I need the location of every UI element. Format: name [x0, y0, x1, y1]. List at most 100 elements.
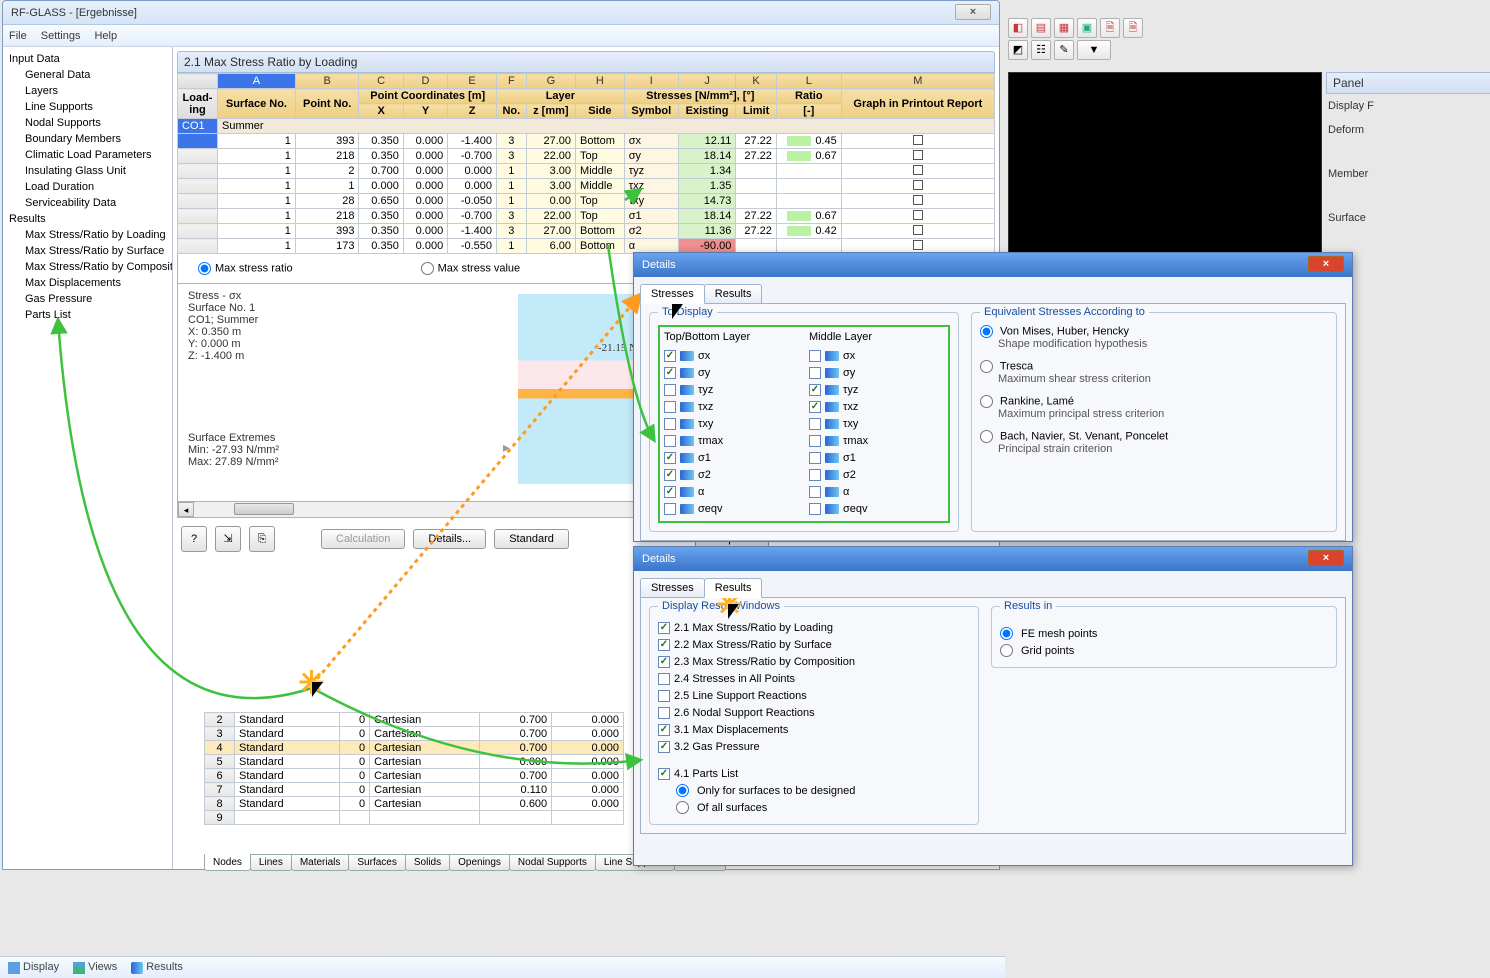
window-title-bar[interactable]: RF-GLASS - [Ergebnisse] ×: [3, 1, 999, 25]
check-parts-list[interactable]: 4.1 Parts List: [658, 765, 970, 782]
stress-check-τxy[interactable]: τxy: [809, 415, 944, 432]
status-results[interactable]: Results: [131, 961, 183, 973]
bottom-tab[interactable]: Nodal Supports: [509, 854, 596, 871]
bottom-tab[interactable]: Openings: [449, 854, 510, 871]
cell-co1[interactable]: CO1: [178, 119, 218, 134]
stress-check-σx[interactable]: σx: [664, 347, 799, 364]
tb-icon-pdf2[interactable]: 🗎: [1123, 18, 1143, 38]
details-button[interactable]: Details...: [413, 529, 486, 549]
stress-check-σ1[interactable]: σ1: [664, 449, 799, 466]
result-window-check[interactable]: 3.1 Max Displacements: [658, 721, 970, 738]
stress-check-α[interactable]: α: [809, 483, 944, 500]
tree-item[interactable]: Max Stress/Ratio by Composition: [3, 259, 172, 275]
tree-item[interactable]: Climatic Load Parameters: [3, 147, 172, 163]
dialog1-tab-stresses[interactable]: Stresses: [640, 284, 705, 304]
radio-grid-points[interactable]: Grid points: [1000, 642, 1328, 659]
tree-item[interactable]: Gas Pressure: [3, 291, 172, 307]
dialog1-tab-results[interactable]: Results: [704, 284, 763, 304]
tree-item[interactable]: General Data: [3, 67, 172, 83]
tb-icon-1[interactable]: ◧: [1008, 18, 1028, 38]
stress-check-σ2[interactable]: σ2: [664, 466, 799, 483]
tb-icon-4[interactable]: ▣: [1077, 18, 1097, 38]
bottom-tab[interactable]: Solids: [405, 854, 450, 871]
result-window-check[interactable]: 2.2 Max Stress/Ratio by Surface: [658, 636, 970, 653]
tree-item[interactable]: Line Supports: [3, 99, 172, 115]
stress-check-τmax[interactable]: τmax: [809, 432, 944, 449]
details-dialog-results[interactable]: Details× Stresses Results Display Result…: [633, 546, 1353, 866]
dialog2-tab-stresses[interactable]: Stresses: [640, 578, 705, 598]
menu-file[interactable]: File: [9, 30, 27, 42]
tb-icon-b[interactable]: ☷: [1031, 40, 1051, 60]
bottom-tab[interactable]: Nodes: [204, 854, 251, 871]
table-row[interactable]: 1218 0.3500.000-0.700 322.00Top σy 18.14…: [178, 149, 995, 164]
table-row[interactable]: 1218 0.3500.000-0.700 322.00Top σ1 18.14…: [178, 209, 995, 224]
tree-item[interactable]: Nodal Supports: [3, 115, 172, 131]
tree-header-input[interactable]: Input Data: [3, 51, 172, 67]
tree-item[interactable]: Serviceability Data: [3, 195, 172, 211]
bottom-tab[interactable]: Surfaces: [348, 854, 405, 871]
table-row[interactable]: 11 0.0000.0000.000 13.00Middle τxz 1.35: [178, 179, 995, 194]
radio-fe-mesh[interactable]: FE mesh points: [1000, 625, 1328, 642]
status-display[interactable]: Display: [8, 961, 59, 973]
stress-check-τmax[interactable]: τmax: [664, 432, 799, 449]
dialog2-tab-results[interactable]: Results: [704, 578, 763, 598]
menu-settings[interactable]: Settings: [41, 30, 81, 42]
eq-stress-radio[interactable]: Von Mises, Huber, HenckyShape modificati…: [980, 325, 1328, 350]
result-window-check[interactable]: 2.5 Line Support Reactions: [658, 687, 970, 704]
attach-icon-button[interactable]: ⎘: [249, 526, 275, 552]
table-row[interactable]: 1393 0.3500.000-1.400 327.00Bottom σ2 11…: [178, 224, 995, 239]
tree-item[interactable]: Max Stress/Ratio by Loading: [3, 227, 172, 243]
stress-check-σeqv[interactable]: σeqv: [664, 500, 799, 517]
stress-check-σx[interactable]: σx: [809, 347, 944, 364]
tree-item[interactable]: Max Displacements: [3, 275, 172, 291]
stress-check-τxz[interactable]: τxz: [809, 398, 944, 415]
bottom-table[interactable]: 2Standard0Cartesian0.7000.000 3Standard0…: [204, 712, 624, 825]
eq-stress-radio[interactable]: TrescaMaximum shear stress criterion: [980, 360, 1328, 385]
radio-only-surfaces[interactable]: Only for surfaces to be designed: [658, 782, 970, 799]
results-table[interactable]: ABCDEFGHIJKLM Load- ing Surface No. Poin…: [177, 73, 995, 254]
stress-check-σ2[interactable]: σ2: [809, 466, 944, 483]
tb-icon-d[interactable]: ▼: [1077, 40, 1111, 60]
tree-item[interactable]: Layers: [3, 83, 172, 99]
radio-all-surfaces[interactable]: Of all surfaces: [658, 799, 970, 816]
stress-check-σy[interactable]: σy: [664, 364, 799, 381]
cell-summer[interactable]: Summer: [218, 119, 995, 134]
result-window-check[interactable]: 2.3 Max Stress/Ratio by Composition: [658, 653, 970, 670]
standard-button[interactable]: Standard: [494, 529, 569, 549]
radio-max-stress-value[interactable]: Max stress value: [421, 262, 521, 275]
status-views[interactable]: Views: [73, 961, 117, 973]
tb-icon-2[interactable]: ▤: [1031, 18, 1051, 38]
table-row[interactable]: 128 0.6500.000-0.050 10.00Top τxy 14.73: [178, 194, 995, 209]
stress-check-α[interactable]: α: [664, 483, 799, 500]
tb-icon-c[interactable]: ✎: [1054, 40, 1074, 60]
result-window-check[interactable]: 2.1 Max Stress/Ratio by Loading: [658, 619, 970, 636]
table-row[interactable]: 2Standard0Cartesian0.7000.000: [205, 713, 624, 727]
stress-check-σeqv[interactable]: σeqv: [809, 500, 944, 517]
table-row[interactable]: 3Standard0Cartesian0.7000.000: [205, 727, 624, 741]
stress-check-τyz[interactable]: τyz: [809, 381, 944, 398]
stress-check-σ1[interactable]: σ1: [809, 449, 944, 466]
scroll-thumb[interactable]: [234, 503, 294, 515]
eq-stress-radio[interactable]: Rankine, LaméMaximum principal stress cr…: [980, 395, 1328, 420]
table-row[interactable]: 9: [205, 811, 624, 825]
tree-item[interactable]: Insulating Glass Unit: [3, 163, 172, 179]
tree-header-results[interactable]: Results: [3, 211, 172, 227]
bottom-tab[interactable]: Lines: [250, 854, 292, 871]
menu-help[interactable]: Help: [94, 30, 117, 42]
details-dialog-stresses[interactable]: Details× Stresses Results To Display Top…: [633, 252, 1353, 542]
scroll-left-button[interactable]: ◂: [178, 502, 194, 517]
stress-check-τxy[interactable]: τxy: [664, 415, 799, 432]
table-row[interactable]: 5Standard0Cartesian0.0000.000: [205, 755, 624, 769]
stress-check-τxz[interactable]: τxz: [664, 398, 799, 415]
tree-item[interactable]: Load Duration: [3, 179, 172, 195]
radio-max-stress-ratio[interactable]: Max stress ratio: [198, 262, 293, 275]
tb-icon-a[interactable]: ◩: [1008, 40, 1028, 60]
result-window-check[interactable]: 3.2 Gas Pressure: [658, 738, 970, 755]
result-window-check[interactable]: 2.4 Stresses in All Points: [658, 670, 970, 687]
help-icon-button[interactable]: ?: [181, 526, 207, 552]
result-window-check[interactable]: 2.6 Nodal Support Reactions: [658, 704, 970, 721]
table-row[interactable]: 7Standard0Cartesian0.1100.000: [205, 783, 624, 797]
stress-check-σy[interactable]: σy: [809, 364, 944, 381]
eq-stress-radio[interactable]: Bach, Navier, St. Venant, PonceletPrinci…: [980, 430, 1328, 455]
window-close-button[interactable]: ×: [955, 4, 991, 20]
